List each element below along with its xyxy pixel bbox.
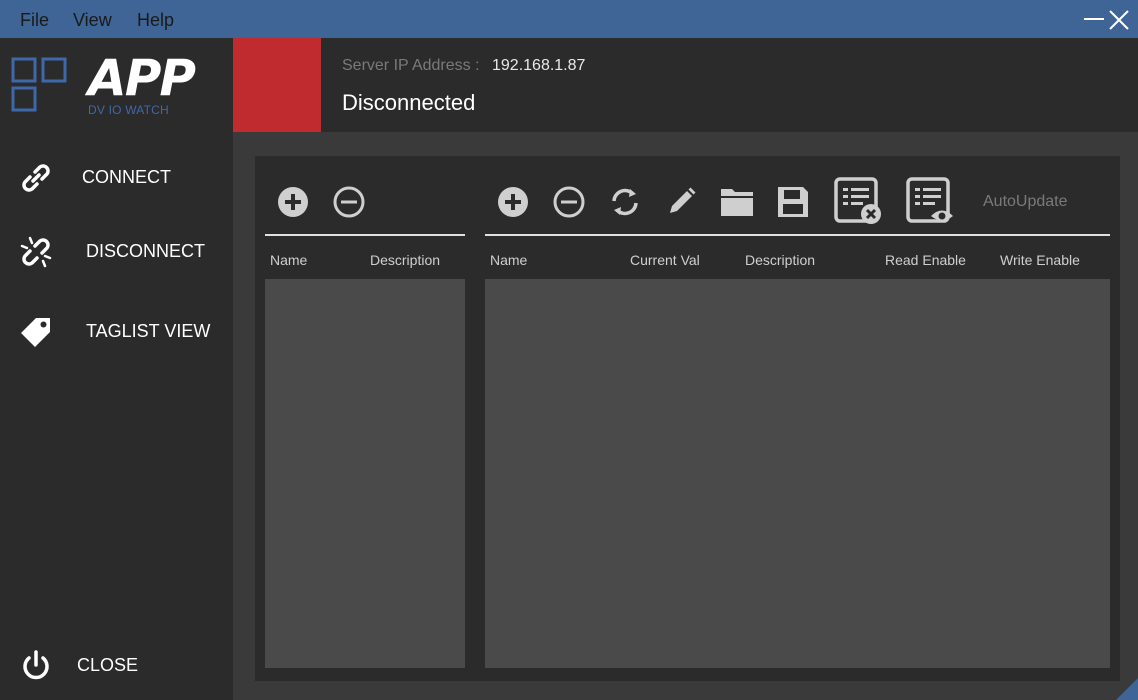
nav-close[interactable]: CLOSE	[0, 640, 233, 690]
minimize-icon[interactable]	[1084, 18, 1104, 20]
col-description[interactable]: Description	[370, 252, 440, 268]
tag-table-header: Name Current Val Description Read Enable…	[485, 236, 1110, 279]
close-window-icon[interactable]	[1108, 9, 1130, 31]
logo-subtitle: DV IO WATCH	[88, 103, 169, 117]
tag-table: Name Current Val Description Read Enable…	[485, 234, 1110, 668]
main-panel: AutoUpdate Name Description Name Current…	[255, 156, 1120, 681]
nav-disconnect[interactable]: DISCONNECT	[0, 226, 233, 276]
col-name[interactable]: Name	[270, 252, 307, 268]
menu-file[interactable]: File	[20, 10, 49, 31]
nav-taglist-label: TAGLIST VIEW	[86, 321, 211, 341]
status-header: Server IP Address : 192.168.1.87 Disconn…	[233, 38, 1138, 132]
open-folder-button[interactable]	[717, 182, 757, 222]
add-tag-button[interactable]	[493, 182, 533, 222]
resize-grip[interactable]	[1116, 678, 1138, 700]
refresh-button[interactable]	[605, 182, 645, 222]
list-remove-icon	[834, 177, 881, 224]
logo-squares-icon	[11, 57, 67, 112]
remove-tag-button[interactable]	[549, 182, 589, 222]
minus-circle-icon	[333, 186, 365, 218]
nav-taglist-view[interactable]: TAGLIST VIEW	[0, 306, 233, 356]
edit-button[interactable]	[661, 182, 701, 222]
link-icon	[22, 164, 50, 192]
nav-close-label: CLOSE	[77, 655, 139, 675]
nav-disconnect-label: DISCONNECT	[86, 241, 206, 261]
server-ip-value: 192.168.1.87	[492, 57, 586, 74]
power-icon	[23, 650, 49, 680]
connection-status-text: Disconnected	[342, 90, 476, 115]
plus-circle-icon	[498, 187, 528, 217]
sidebar: APP DV IO WATCH CONNECT DISCONNECT TAGLI…	[0, 38, 233, 700]
watch-list-button[interactable]	[905, 176, 955, 226]
nav-connect[interactable]: CONNECT	[0, 152, 233, 202]
col-name[interactable]: Name	[490, 252, 527, 268]
broken-link-icon	[20, 236, 52, 268]
col-description[interactable]: Description	[745, 252, 815, 268]
refresh-icon	[612, 188, 638, 216]
plus-circle-icon	[278, 187, 308, 217]
save-icon	[778, 187, 808, 217]
tag-icon	[21, 318, 50, 347]
menu-help[interactable]: Help	[137, 10, 174, 31]
col-read-enable[interactable]: Read Enable	[885, 252, 966, 268]
folder-icon	[721, 189, 753, 216]
nav-connect-label: CONNECT	[82, 167, 171, 187]
clear-list-button[interactable]	[833, 176, 883, 226]
group-table: Name Description	[265, 234, 465, 668]
list-view-icon	[906, 177, 953, 223]
remove-group-button[interactable]	[329, 182, 369, 222]
pencil-icon	[670, 187, 696, 213]
group-table-header: Name Description	[265, 236, 465, 279]
col-current-val[interactable]: Current Val	[630, 252, 700, 268]
logo-title: APP	[88, 49, 196, 107]
minus-circle-icon	[553, 186, 585, 218]
save-button[interactable]	[773, 182, 813, 222]
connection-status-indicator	[233, 38, 321, 132]
menu-view[interactable]: View	[73, 10, 112, 31]
menu-bar: File View Help	[0, 0, 1138, 38]
col-write-enable[interactable]: Write Enable	[1000, 252, 1080, 268]
add-group-button[interactable]	[273, 182, 313, 222]
server-ip-label: Server IP Address :	[342, 57, 480, 74]
autoupdate-toggle[interactable]: AutoUpdate	[983, 193, 1068, 211]
